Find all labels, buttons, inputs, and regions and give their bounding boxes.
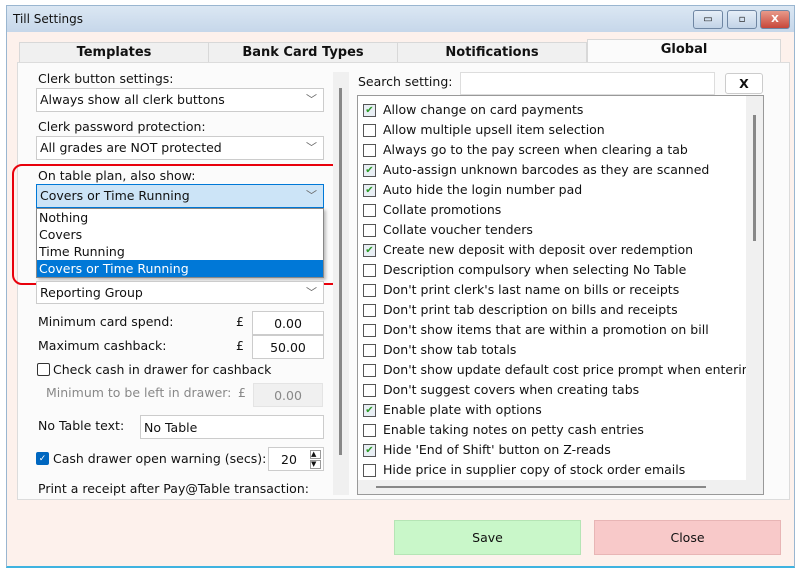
check-cash-checkbox[interactable] xyxy=(37,363,50,376)
setting-label: Description compulsory when selecting No… xyxy=(383,262,687,277)
chevron-down-icon: ﹀ xyxy=(306,141,317,154)
search-label: Search setting: xyxy=(358,74,453,89)
setting-label: Auto hide the login number pad xyxy=(383,182,583,197)
currency-symbol: £ xyxy=(238,385,246,400)
stepper-value: 20 xyxy=(281,452,297,467)
setting-label: Auto-assign unknown barcodes as they are… xyxy=(383,162,710,177)
setting-label: Don't print clerk's last name on bills o… xyxy=(383,282,680,297)
no-table-input[interactable]: No Table xyxy=(140,415,324,439)
setting-checkbox[interactable] xyxy=(363,124,376,137)
selected-value: Reporting Group xyxy=(40,285,143,300)
chevron-down-icon: ﹀ xyxy=(306,189,317,202)
setting-checkbox[interactable] xyxy=(363,304,376,317)
save-button[interactable]: Save xyxy=(394,520,581,555)
option-covers[interactable]: Covers xyxy=(37,226,323,243)
setting-label: Allow multiple upsell item selection xyxy=(383,122,605,137)
chevron-down-icon: ﹀ xyxy=(306,286,317,299)
tab-notifications[interactable]: Notifications xyxy=(397,42,587,63)
stepper-down-icon[interactable]: ▼ xyxy=(310,460,321,469)
horizontal-scrollbar[interactable] xyxy=(358,480,748,494)
minimize-button[interactable]: ▭ xyxy=(693,10,723,29)
setting-label: Don't suggest covers when creating tabs xyxy=(383,382,640,397)
clerk-button-select[interactable]: Always show all clerk buttons ﹀ xyxy=(36,88,324,112)
setting-checkbox[interactable] xyxy=(363,204,376,217)
window-title: Till Settings xyxy=(13,12,83,26)
selected-value: All grades are NOT protected xyxy=(40,140,222,155)
selected-value: Covers or Time Running xyxy=(40,188,190,203)
stepper-up-icon[interactable]: ▲ xyxy=(310,450,321,459)
currency-symbol: £ xyxy=(236,338,244,353)
setting-label: Don't show update default cost price pro… xyxy=(383,362,764,377)
print-receipt-label: Print a receipt after Pay@Table transact… xyxy=(38,481,309,496)
title-bar: Till Settings ▭ ▫ X xyxy=(7,6,794,32)
clear-search-button[interactable]: X xyxy=(725,73,763,94)
setting-label: Always go to the pay screen when clearin… xyxy=(383,142,688,157)
tab-templates[interactable]: Templates xyxy=(19,42,209,63)
scrollbar-thumb[interactable] xyxy=(339,88,342,455)
setting-label: Create new deposit with deposit over red… xyxy=(383,242,694,257)
setting-checkbox[interactable] xyxy=(363,324,376,337)
tab-bank-card-types[interactable]: Bank Card Types xyxy=(208,42,398,63)
setting-checkbox[interactable] xyxy=(363,284,376,297)
setting-checkbox[interactable]: ✔ xyxy=(363,164,376,177)
min-card-label: Minimum card spend: xyxy=(38,314,174,329)
setting-checkbox[interactable]: ✔ xyxy=(363,444,376,457)
setting-checkbox[interactable] xyxy=(363,364,376,377)
setting-label: Collate voucher tenders xyxy=(383,222,533,237)
setting-checkbox[interactable] xyxy=(363,384,376,397)
drawer-warning-label: Cash drawer open warning (secs): xyxy=(53,451,267,466)
min-left-label: Minimum to be left in drawer: xyxy=(46,385,232,400)
min-left-input[interactable]: 0.00 xyxy=(253,383,323,407)
tab-global[interactable]: Global xyxy=(587,39,781,64)
drawer-warning-checkbox[interactable]: ✓ xyxy=(36,452,49,465)
table-plan-label: On table plan, also show: xyxy=(38,168,196,183)
setting-label: Don't print tab description on bills and… xyxy=(383,302,678,317)
selected-value: Always show all clerk buttons xyxy=(40,92,225,107)
max-cashback-input[interactable]: 50.00 xyxy=(252,335,324,359)
setting-label: Don't show tab totals xyxy=(383,342,517,357)
settings-list: Hide price in supplier copy of stock ord… xyxy=(357,95,764,495)
list-scrollbar[interactable] xyxy=(746,96,763,494)
setting-label: Collate promotions xyxy=(383,202,502,217)
no-table-label: No Table text: xyxy=(38,418,125,433)
setting-checkbox[interactable] xyxy=(363,464,376,477)
setting-label: Enable taking notes on petty cash entrie… xyxy=(383,422,644,437)
setting-checkbox[interactable]: ✔ xyxy=(363,244,376,257)
setting-checkbox[interactable] xyxy=(363,264,376,277)
setting-label: Enable plate with options xyxy=(383,402,542,417)
reporting-group-select[interactable]: Reporting Group ﹀ xyxy=(36,281,324,304)
chevron-down-icon: ﹀ xyxy=(306,93,317,106)
scrollbar-thumb[interactable] xyxy=(376,486,706,488)
setting-checkbox[interactable] xyxy=(363,144,376,157)
option-nothing[interactable]: Nothing xyxy=(37,209,323,226)
setting-checkbox[interactable] xyxy=(363,224,376,237)
setting-checkbox[interactable] xyxy=(363,424,376,437)
currency-symbol: £ xyxy=(236,314,244,329)
table-plan-dropdown: Nothing Covers Time Running Covers or Ti… xyxy=(36,208,324,278)
close-button[interactable]: Close xyxy=(594,520,781,555)
clerk-password-select[interactable]: All grades are NOT protected ﹀ xyxy=(36,136,324,160)
min-card-input[interactable]: 0.00 xyxy=(252,311,324,335)
option-time-running[interactable]: Time Running xyxy=(37,243,323,260)
drawer-warning-stepper[interactable]: 20 ▲ ▼ xyxy=(268,447,324,471)
option-covers-or-time-running[interactable]: Covers or Time Running xyxy=(37,260,323,277)
setting-checkbox[interactable]: ✔ xyxy=(363,104,376,117)
max-cashback-label: Maximum cashback: xyxy=(38,338,167,353)
setting-checkbox[interactable] xyxy=(363,344,376,357)
setting-checkbox[interactable]: ✔ xyxy=(363,184,376,197)
check-cash-label: Check cash in drawer for cashback xyxy=(53,362,272,377)
setting-label: Don't show items that are within a promo… xyxy=(383,322,709,337)
setting-label: Allow change on card payments xyxy=(383,102,584,117)
setting-label: Hide 'End of Shift' button on Z-reads xyxy=(383,442,611,457)
scrollbar-thumb[interactable] xyxy=(753,115,756,241)
setting-checkbox[interactable]: ✔ xyxy=(363,404,376,417)
clerk-password-label: Clerk password protection: xyxy=(38,119,206,134)
table-plan-select[interactable]: Covers or Time Running ﹀ xyxy=(36,184,324,208)
left-scrollbar[interactable] xyxy=(333,72,349,495)
setting-label: Hide price in supplier copy of stock ord… xyxy=(383,462,686,477)
clerk-button-label: Clerk button settings: xyxy=(38,71,174,86)
search-input[interactable] xyxy=(460,72,715,95)
close-window-button[interactable]: X xyxy=(760,10,790,29)
restore-button[interactable]: ▫ xyxy=(727,10,757,29)
